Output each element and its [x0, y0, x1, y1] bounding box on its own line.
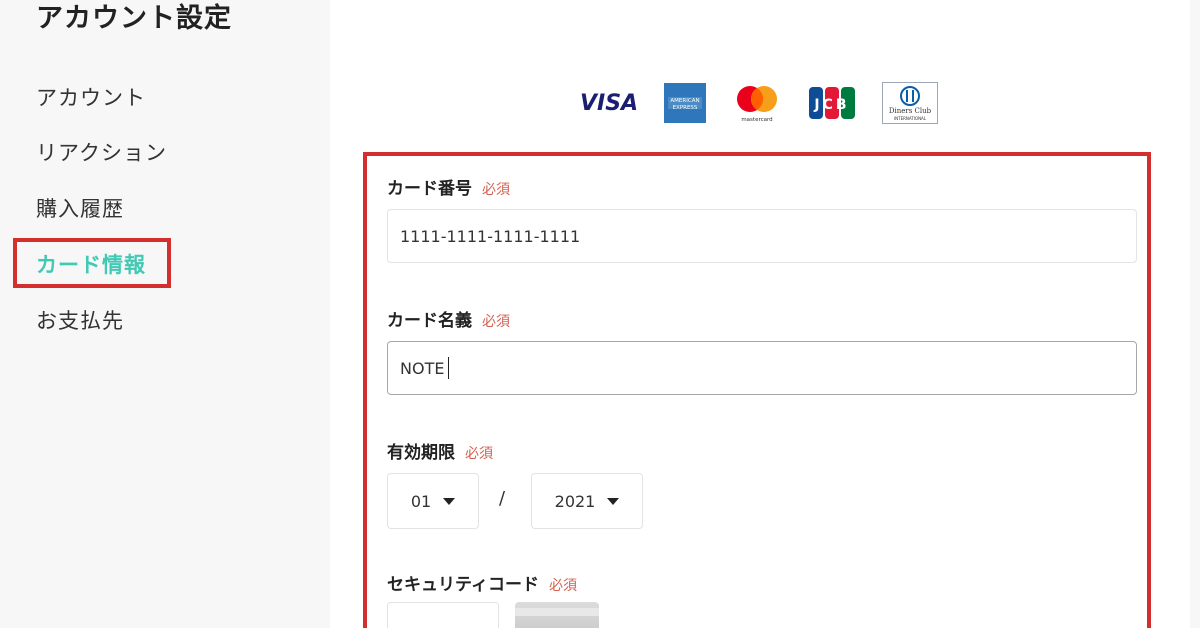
caret-down-icon: [443, 497, 456, 505]
card-name-value: NOTE: [400, 358, 445, 378]
card-name-label: カード名義 必須: [387, 306, 510, 331]
expiry-label-text: 有効期限: [387, 443, 455, 463]
nav-item-card-info[interactable]: カード情報: [36, 249, 146, 279]
required-badge: 必須: [465, 446, 493, 462]
security-code-label-text: セキュリティコード: [387, 575, 539, 595]
expiry-month-select[interactable]: 01: [387, 473, 479, 529]
card-name-input[interactable]: NOTE: [387, 341, 1137, 395]
text-caret: [448, 357, 450, 379]
card-brand-logos: VISA AMERICAN EXPRESS mastercard JCB Din…: [580, 82, 939, 124]
card-name-label-text: カード名義: [387, 311, 472, 331]
svg-text:Diners Club: Diners Club: [889, 107, 932, 115]
expiry-month-value: 01: [410, 491, 432, 511]
required-badge: 必須: [548, 578, 577, 594]
nav-item-reactions[interactable]: リアクション: [36, 137, 167, 167]
required-badge: 必須: [482, 314, 510, 330]
card-back-icon: [515, 602, 599, 628]
svg-text:INTERNATIONAL: INTERNATIONAL: [894, 116, 927, 121]
visa-logo: VISA: [580, 90, 639, 116]
expiry-label: 有効期限 必須: [387, 438, 493, 463]
card-number-label-text: カード番号: [387, 179, 472, 199]
card-number-input[interactable]: 1111-1111-1111-1111: [387, 209, 1137, 263]
expiry-separator: /: [499, 488, 506, 509]
mastercard-logo: mastercard: [732, 82, 782, 124]
svg-text:mastercard: mastercard: [741, 117, 772, 123]
card-form-highlight: カード番号 必須 1111-1111-1111-1111 カード名義 必須 NO…: [363, 152, 1151, 628]
main-content: VISA AMERICAN EXPRESS mastercard JCB Din…: [330, 0, 1190, 628]
security-code-input[interactable]: [387, 602, 499, 628]
expiry-year-value: 2021: [554, 491, 596, 511]
amex-logo: AMERICAN EXPRESS: [664, 83, 707, 123]
sidebar-title: アカウント設定: [36, 3, 232, 34]
security-code-label: セキュリティコード 必須: [387, 570, 577, 595]
nav-item-payee[interactable]: お支払先: [36, 305, 124, 335]
card-number-value: 1111-1111-1111-1111: [400, 226, 581, 246]
diners-club-logo: Diners Club INTERNATIONAL: [882, 82, 939, 124]
nav-item-purchase-history[interactable]: 購入履歴: [36, 193, 124, 223]
caret-down-icon: [607, 497, 620, 505]
nav-item-account[interactable]: アカウント: [36, 82, 146, 112]
required-badge: 必須: [482, 182, 510, 198]
svg-text:JCB: JCB: [814, 97, 850, 113]
svg-text:EXPRESS: EXPRESS: [673, 105, 698, 111]
sidebar: アカウント設定 アカウント リアクション 購入履歴 カード情報 お支払先: [0, 0, 330, 628]
svg-text:AMERICAN: AMERICAN: [671, 98, 700, 104]
card-number-label: カード番号 必須: [387, 174, 510, 199]
expiry-year-select[interactable]: 2021: [531, 473, 643, 529]
jcb-logo: JCB: [808, 85, 856, 121]
